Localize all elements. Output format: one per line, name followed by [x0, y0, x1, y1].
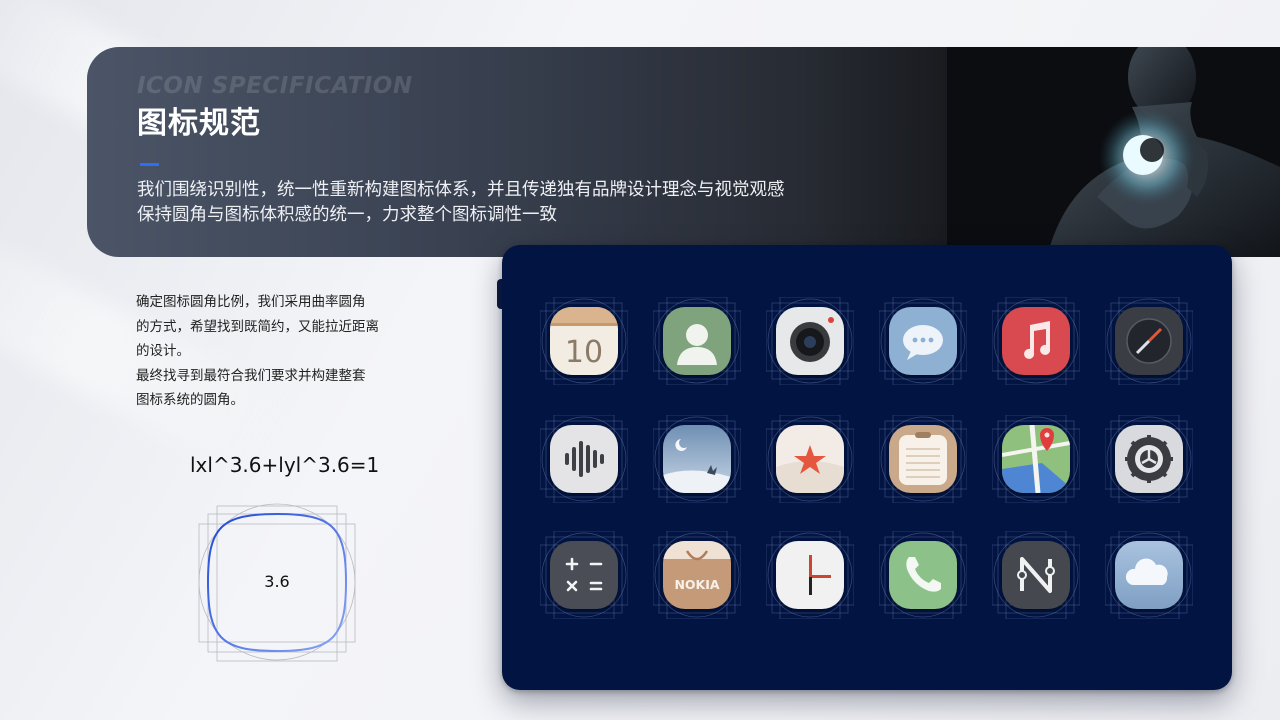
icon-cell[interactable] [879, 415, 967, 503]
notes-icon[interactable] [889, 425, 957, 493]
svg-text:10: 10 [565, 335, 603, 370]
maps-icon[interactable] [1002, 425, 1070, 493]
icon-cell[interactable] [766, 531, 854, 619]
intro-line: 最终找寻到最符合我们要求并构建整套 [136, 367, 366, 384]
icon-cell[interactable] [653, 297, 741, 385]
banner-title-en: ICON SPECIFICATION [137, 73, 413, 99]
camera-icon[interactable] [776, 307, 844, 375]
banner-accent-bar [140, 163, 159, 166]
icon-cell[interactable] [992, 415, 1080, 503]
music-icon[interactable] [1002, 307, 1070, 375]
calculator-icon[interactable] [550, 541, 618, 609]
banner-description-line: 我们围绕识别性，统一性重新构建图标体系，并且传递独有品牌设计理念与视觉观感 [137, 180, 785, 200]
intro-text: 确定图标圆角比例，我们采用曲率圆角 的方式，希望找到既简约，又能拉近距离 的设计… [136, 290, 426, 413]
intro-line: 确定图标圆角比例，我们采用曲率圆角 [136, 294, 366, 310]
icon-cell[interactable]: NOKIA [653, 531, 741, 619]
banner-description-line: 保持圆角与图标体积感的统一，力求整个图标调性一致 [137, 205, 557, 225]
intro-line: 的设计。 [136, 343, 190, 359]
icon-grid: 10 NOKIA [502, 245, 1232, 690]
curvature-formula: lxl^3.6+lyl^3.6=1 [190, 453, 380, 477]
calendar-icon[interactable]: 10 [550, 307, 618, 375]
icon-cell[interactable] [766, 415, 854, 503]
phone-icon[interactable] [889, 541, 957, 609]
banner-description: 我们围绕识别性，统一性重新构建图标体系，并且传递独有品牌设计理念与视觉观感 保持… [137, 178, 785, 228]
icon-cell[interactable] [766, 297, 854, 385]
glowing-figure-illustration [947, 47, 1280, 257]
icon-cell[interactable] [879, 297, 967, 385]
icon-cell[interactable] [992, 531, 1080, 619]
squircle-demo-diagram: 3.6 [198, 503, 356, 662]
icon-cell[interactable] [653, 415, 741, 503]
icon-cell[interactable] [1105, 531, 1193, 619]
voice-recorder-icon[interactable] [550, 425, 618, 493]
settings-gear-icon[interactable] [1115, 425, 1183, 493]
clock-icon[interactable] [776, 541, 844, 609]
contacts-icon[interactable] [663, 307, 731, 375]
cloud-icon[interactable] [1115, 541, 1183, 609]
icon-cell[interactable]: 10 [540, 297, 628, 385]
icon-cell[interactable] [992, 297, 1080, 385]
icon-cell[interactable] [540, 415, 628, 503]
n-app-icon[interactable] [1002, 541, 1070, 609]
icon-cell[interactable] [1105, 297, 1193, 385]
compass-icon[interactable] [1115, 307, 1183, 375]
intro-line: 图标系统的圆角。 [136, 392, 244, 408]
svg-text:NOKIA: NOKIA [674, 577, 719, 592]
curvature-label: 3.6 [264, 572, 289, 591]
weather-night-icon[interactable] [663, 425, 731, 493]
icon-grid-panel: 10 NOKIA [502, 245, 1232, 690]
header-banner: ICON SPECIFICATION 图标规范 我们围绕识别性，统一性重新构建图… [87, 47, 1280, 257]
nokia-store-icon[interactable]: NOKIA [663, 541, 731, 609]
favorites-star-icon[interactable] [776, 425, 844, 493]
icon-cell[interactable] [1105, 415, 1193, 503]
icon-cell[interactable] [879, 531, 967, 619]
intro-line: 的方式，希望找到既简约，又能拉近距离 [136, 318, 379, 335]
icon-cell[interactable] [540, 531, 628, 619]
messages-icon[interactable] [889, 307, 957, 375]
banner-title: 图标规范 [137, 106, 261, 141]
